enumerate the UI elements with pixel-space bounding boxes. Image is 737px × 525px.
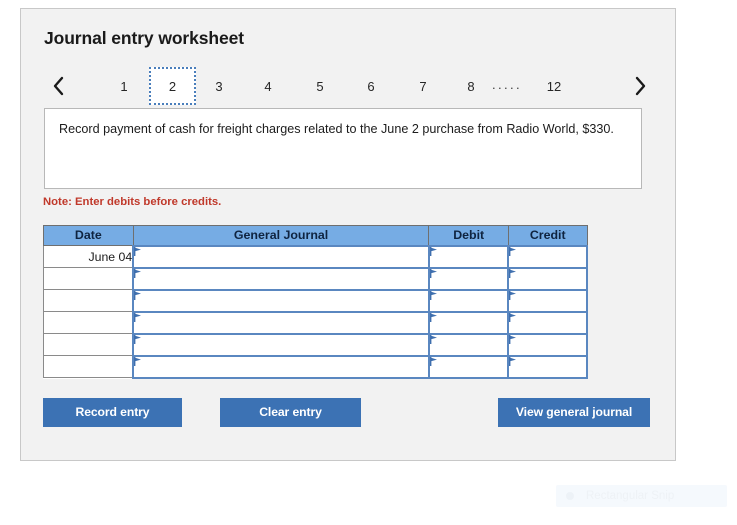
table-body: June 04 xyxy=(43,244,588,379)
credit-input-cell[interactable] xyxy=(507,354,588,379)
cell-flag-icon xyxy=(429,334,438,344)
cell-flag-icon xyxy=(429,290,438,300)
table-row xyxy=(43,310,588,335)
cell-flag-icon xyxy=(509,334,517,344)
column-header-general-journal: General Journal xyxy=(132,225,430,246)
instruction-text: Record payment of cash for freight charg… xyxy=(59,122,614,136)
credit-input-cell[interactable] xyxy=(507,332,588,357)
pager-tab-5[interactable]: 5 xyxy=(307,69,333,103)
column-header-debit: Debit xyxy=(428,225,509,246)
chevron-right-icon[interactable] xyxy=(623,65,657,107)
instruction-box: Record payment of cash for freight charg… xyxy=(44,108,642,189)
column-header-date: Date xyxy=(43,225,134,246)
chevron-left-icon[interactable] xyxy=(41,65,75,107)
cell-flag-icon xyxy=(134,356,142,366)
general-journal-input-cell[interactable] xyxy=(132,288,430,313)
credit-input-cell[interactable] xyxy=(507,244,588,269)
date-cell[interactable] xyxy=(43,355,134,378)
cell-flag-icon xyxy=(509,356,517,366)
credit-input-cell[interactable] xyxy=(507,310,588,335)
general-journal-input-cell[interactable] xyxy=(132,244,430,269)
record-entry-button[interactable]: Record entry xyxy=(43,398,182,427)
debit-input-cell[interactable] xyxy=(427,310,510,335)
pager-tab-2[interactable]: 2 xyxy=(149,67,196,105)
general-journal-input-cell[interactable] xyxy=(132,354,430,379)
view-general-journal-button[interactable]: View general journal xyxy=(498,398,650,427)
general-journal-input-cell[interactable] xyxy=(132,266,430,291)
cell-flag-icon xyxy=(134,334,142,344)
cell-flag-icon xyxy=(429,312,438,322)
pager-tab-4[interactable]: 4 xyxy=(255,69,281,103)
date-cell[interactable] xyxy=(43,289,134,312)
pager-tab-12[interactable]: 12 xyxy=(541,69,567,103)
general-journal-input-cell[interactable] xyxy=(132,310,430,335)
pager-ellipsis: ..... xyxy=(492,76,523,92)
pager-tab-6[interactable]: 6 xyxy=(358,69,384,103)
pager-tab-8[interactable]: 8 xyxy=(458,69,484,103)
cell-flag-icon xyxy=(509,246,517,256)
worksheet-pager: 1 2 3 4 5 6 7 8..... 12 xyxy=(21,65,677,107)
date-cell[interactable]: June 04 xyxy=(43,245,134,268)
table-row xyxy=(43,266,588,291)
table-row xyxy=(43,354,588,379)
cell-flag-icon xyxy=(429,356,438,366)
cell-flag-icon xyxy=(429,268,438,278)
debit-input-cell[interactable] xyxy=(427,288,510,313)
date-cell[interactable] xyxy=(43,267,134,290)
cell-flag-icon xyxy=(134,268,142,278)
table-row: June 04 xyxy=(43,244,588,269)
date-cell[interactable] xyxy=(43,333,134,356)
record-dot-icon xyxy=(566,492,574,500)
cell-flag-icon xyxy=(509,268,517,278)
cell-flag-icon xyxy=(134,290,142,300)
cell-flag-icon xyxy=(134,246,142,256)
note-text: Note: Enter debits before credits. xyxy=(43,196,222,208)
table-row xyxy=(43,288,588,313)
rectangular-snip-label: Rectangular Snip xyxy=(586,490,675,502)
debit-input-cell[interactable] xyxy=(427,266,510,291)
cell-flag-icon xyxy=(429,246,438,256)
cell-flag-icon xyxy=(509,312,517,322)
debit-input-cell[interactable] xyxy=(427,244,510,269)
column-header-credit: Credit xyxy=(507,225,588,246)
rectangular-snip-overlay[interactable]: Rectangular Snip xyxy=(556,485,727,507)
journal-entry-worksheet-card: Journal entry worksheet 1 2 3 4 5 6 7 8..... 12 … xyxy=(20,8,676,461)
journal-entry-table: Date General Journal Debit Credit June 0… xyxy=(43,225,588,379)
debit-input-cell[interactable] xyxy=(427,332,510,357)
page-title: Journal entry worksheet xyxy=(44,28,244,48)
clear-entry-button[interactable]: Clear entry xyxy=(220,398,361,427)
cell-flag-icon xyxy=(509,290,517,300)
date-cell[interactable] xyxy=(43,311,134,334)
table-header-row: Date General Journal Debit Credit xyxy=(43,225,588,246)
cell-flag-icon xyxy=(134,312,142,322)
table-row xyxy=(43,332,588,357)
general-journal-input-cell[interactable] xyxy=(132,332,430,357)
debit-input-cell[interactable] xyxy=(427,354,510,379)
credit-input-cell[interactable] xyxy=(507,266,588,291)
pager-tab-3[interactable]: 3 xyxy=(206,69,232,103)
credit-input-cell[interactable] xyxy=(507,288,588,313)
pager-tab-7[interactable]: 7 xyxy=(410,69,436,103)
pager-tab-1[interactable]: 1 xyxy=(111,69,137,103)
